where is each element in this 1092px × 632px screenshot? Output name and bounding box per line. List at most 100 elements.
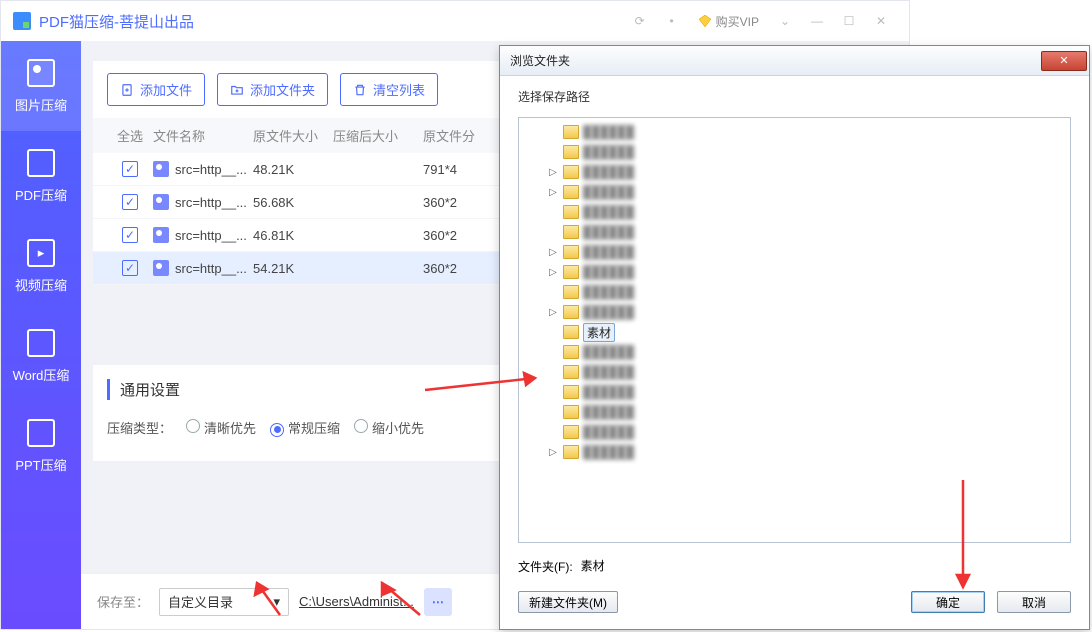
cancel-button[interactable]: 取消	[997, 591, 1071, 613]
col-dim: 原文件分	[423, 126, 503, 145]
sidebar-item-label: 图片压缩	[15, 95, 67, 114]
tree-node[interactable]: ██████	[521, 342, 1068, 362]
ok-button[interactable]: 确定	[911, 591, 985, 613]
tree-node[interactable]: ██████	[521, 422, 1068, 442]
tree-node[interactable]: ██████	[521, 282, 1068, 302]
new-folder-button[interactable]: 新建文件夹(M)	[518, 591, 618, 613]
tree-node[interactable]: ██████	[521, 362, 1068, 382]
sidebar-item-ppt[interactable]: PPT压缩	[1, 401, 81, 491]
menu-icon[interactable]: ⌄	[775, 11, 795, 31]
folder-tree: ████████████▷██████▷██████████████████▷█…	[518, 117, 1071, 543]
orig-dim: 791*4	[423, 162, 503, 177]
sidebar-item-pdf[interactable]: PDF压缩	[1, 131, 81, 221]
folder-label: ██████	[583, 345, 634, 359]
trash-icon	[353, 83, 367, 97]
tree-node[interactable]: 素材	[521, 322, 1068, 342]
tree-node[interactable]: ▷██████	[521, 242, 1068, 262]
dialog-close-button[interactable]: ✕	[1041, 51, 1087, 71]
save-mode-select[interactable]: 自定义目录 ▾	[159, 588, 289, 616]
expand-icon[interactable]: ▷	[547, 247, 559, 258]
maximize-icon[interactable]: ☐	[839, 11, 859, 31]
tree-node[interactable]: ▷ ██████	[521, 162, 1068, 182]
chevron-down-icon: ▾	[273, 594, 280, 610]
folder-icon	[563, 145, 579, 159]
refresh-icon[interactable]: ⟳	[630, 11, 650, 31]
dialog-subtitle: 选择保存路径	[500, 76, 1089, 111]
radio-small[interactable]	[354, 419, 368, 433]
folder-icon	[563, 345, 579, 359]
expand-icon[interactable]: ▷	[547, 187, 559, 198]
folder-label: ██████	[583, 365, 634, 379]
folder-icon	[563, 165, 579, 179]
folder-label: ██████	[583, 425, 634, 439]
orig-dim: 360*2	[423, 261, 503, 276]
add-file-button[interactable]: 添加文件	[107, 73, 205, 106]
tree-node[interactable]: ██████	[521, 202, 1068, 222]
folder-icon	[563, 125, 579, 139]
folder-field-label: 文件夹(F):	[518, 558, 573, 575]
sidebar-item-label: 视频压缩	[15, 275, 67, 294]
save-path-link[interactable]: C:\Users\Administ...	[299, 594, 414, 609]
expand-icon[interactable]: ▷	[547, 167, 559, 178]
folder-icon	[563, 385, 579, 399]
row-checkbox[interactable]	[122, 194, 138, 210]
expand-icon[interactable]: ▷	[547, 447, 559, 458]
folder-tree-scroll[interactable]: ████████████▷██████▷██████████████████▷█…	[519, 118, 1070, 542]
folder-icon	[563, 205, 579, 219]
tree-node[interactable]: ██████	[521, 402, 1068, 422]
folder-icon	[563, 185, 579, 199]
buy-vip-link[interactable]: 购买VIP	[698, 13, 759, 30]
folder-label: ██████	[583, 165, 634, 179]
dialog-title: 浏览文件夹	[510, 52, 570, 69]
clear-list-button[interactable]: 清空列表	[340, 73, 438, 106]
folder-icon	[563, 305, 579, 319]
folder-icon	[563, 425, 579, 439]
radio-normal[interactable]	[270, 423, 284, 437]
select-all-link[interactable]: 全选	[117, 126, 143, 145]
folder-label: ██████	[583, 265, 634, 279]
tree-node[interactable]: ▷██████	[521, 302, 1068, 322]
close-icon[interactable]: ✕	[871, 11, 891, 31]
folder-name-row: 文件夹(F):	[500, 553, 1089, 585]
folder-icon	[563, 365, 579, 379]
sidebar-item-label: PPT压缩	[15, 455, 66, 474]
row-checkbox[interactable]	[122, 227, 138, 243]
sidebar-item-image[interactable]: 图片压缩	[1, 41, 81, 131]
dialog-button-row: 新建文件夹(M) 确定 取消	[500, 585, 1089, 629]
row-checkbox[interactable]	[122, 161, 138, 177]
sidebar: 图片压缩 PDF压缩 ▸ 视频压缩 Word压缩 PPT压缩	[1, 41, 81, 629]
app-logo-icon	[13, 12, 31, 30]
tree-node[interactable]: ██████	[521, 142, 1068, 162]
sidebar-item-video[interactable]: ▸ 视频压缩	[1, 221, 81, 311]
expand-icon[interactable]: ▷	[547, 307, 559, 318]
minimize-icon[interactable]: —	[807, 11, 827, 31]
video-icon: ▸	[27, 239, 55, 267]
radio-clear[interactable]	[186, 419, 200, 433]
app-title: PDF猫压缩-菩提山出品	[39, 11, 194, 32]
expand-icon[interactable]: ▷	[547, 267, 559, 278]
image-icon	[27, 59, 55, 87]
orig-dim: 360*2	[423, 228, 503, 243]
orig-size: 48.21K	[253, 162, 333, 177]
folder-name-input[interactable]	[581, 557, 1071, 575]
orig-size: 54.21K	[253, 261, 333, 276]
dot-icon: •	[662, 11, 682, 31]
orig-dim: 360*2	[423, 195, 503, 210]
browse-button[interactable]: ⋯	[424, 588, 452, 616]
folder-label: ██████	[583, 405, 634, 419]
file-icon	[153, 260, 169, 276]
tree-node[interactable]: ██████	[521, 122, 1068, 142]
tree-node[interactable]: ▷ ██████	[521, 442, 1068, 462]
folder-label: ██████	[583, 385, 634, 399]
add-folder-button[interactable]: 添加文件夹	[217, 73, 328, 106]
dialog-title-bar: 浏览文件夹 ✕	[500, 46, 1089, 76]
word-icon	[27, 329, 55, 357]
row-checkbox[interactable]	[122, 260, 138, 276]
folder-label: ██████	[583, 445, 634, 459]
tree-node[interactable]: ▷██████	[521, 182, 1068, 202]
tree-node[interactable]: ██████	[521, 222, 1068, 242]
folder-plus-icon	[230, 83, 244, 97]
sidebar-item-word[interactable]: Word压缩	[1, 311, 81, 401]
tree-node[interactable]: ██████	[521, 382, 1068, 402]
tree-node[interactable]: ▷ ██████	[521, 262, 1068, 282]
